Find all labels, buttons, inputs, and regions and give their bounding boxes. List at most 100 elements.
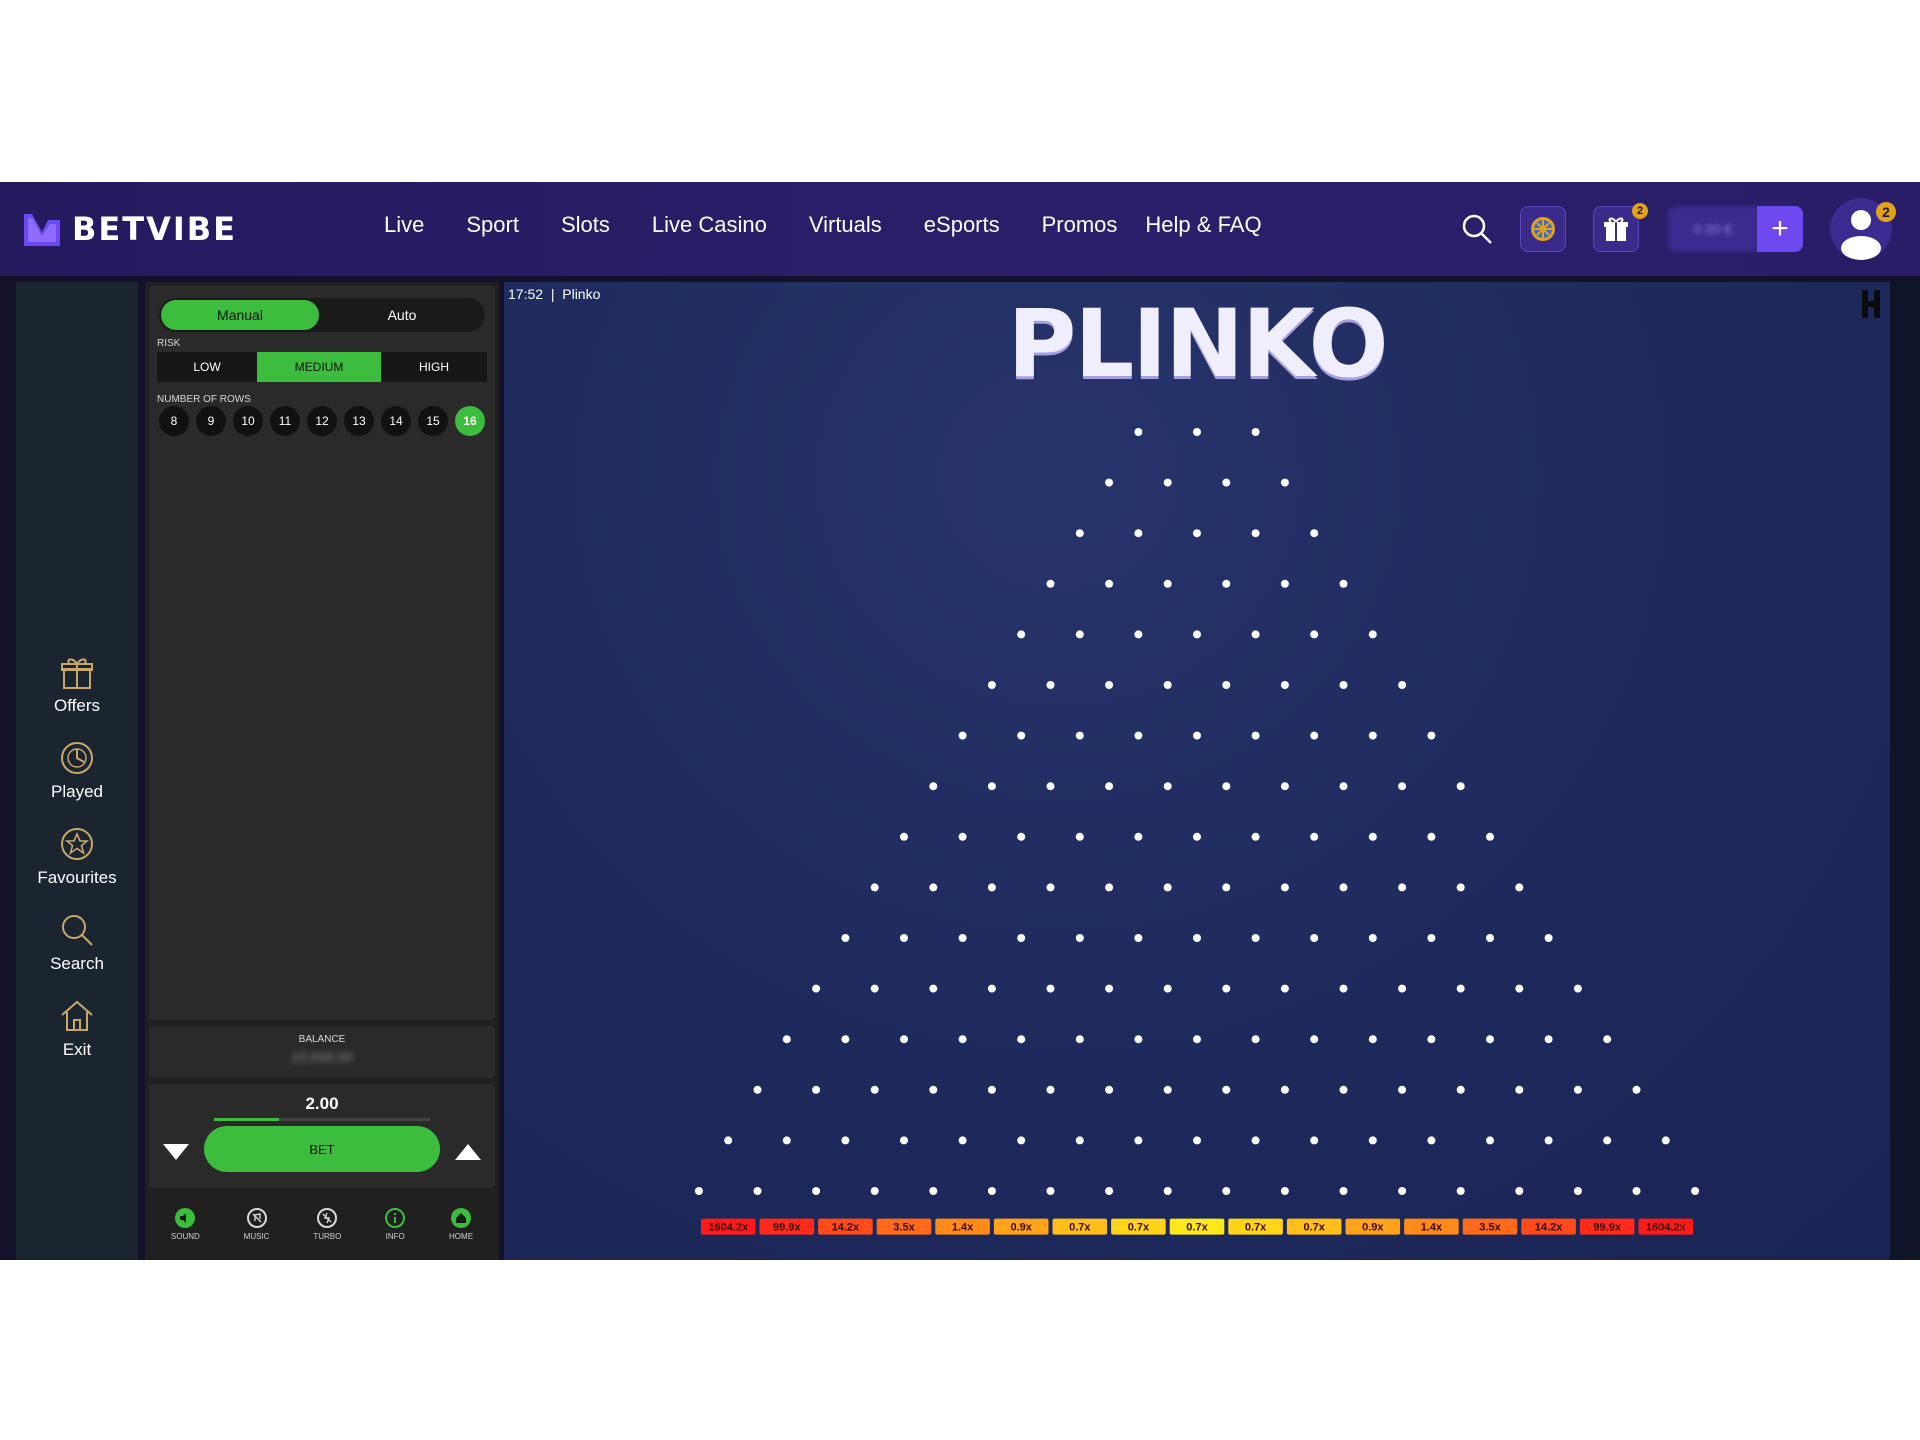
home-button[interactable]: HOME: [449, 1207, 473, 1241]
peg: [900, 832, 908, 841]
settings-card: Manual Auto RISK LOW MEDIUM HIGH NUMBER …: [149, 286, 495, 1020]
rail-item-offers[interactable]: Offers: [16, 652, 138, 716]
mode-toggle: Manual Auto: [159, 298, 485, 332]
rows-9-button[interactable]: 9: [196, 406, 226, 436]
rows-13-button[interactable]: 13: [344, 406, 374, 436]
peg: [1486, 1035, 1494, 1044]
peg: [1310, 630, 1319, 639]
peg: [870, 1187, 879, 1195]
nav-live[interactable]: Live: [384, 212, 424, 238]
chevron-down-icon[interactable]: [161, 1140, 191, 1164]
chevron-up-icon[interactable]: [453, 1140, 483, 1164]
peg: [1280, 478, 1289, 487]
peg: [1310, 934, 1319, 942]
risk-high-button[interactable]: HIGH: [381, 352, 487, 382]
peg: [929, 883, 938, 892]
peg: [1134, 731, 1143, 740]
balance-value: 10,000.00: [290, 1049, 354, 1065]
nav-virtuals[interactable]: Virtuals: [809, 212, 882, 238]
peg: [1280, 579, 1289, 588]
sound-icon: [175, 1207, 196, 1228]
rows-15-button[interactable]: 15: [418, 406, 448, 436]
header-search-button[interactable]: [1454, 206, 1500, 252]
peg: [1222, 984, 1231, 993]
peg: [841, 1035, 850, 1044]
peg: [1515, 984, 1524, 993]
peg: [1339, 681, 1348, 689]
peg: [1427, 934, 1436, 942]
peg: [1163, 1187, 1172, 1195]
peg: [929, 1187, 938, 1195]
multiplier-label: 99.9x: [1593, 1222, 1621, 1234]
multiplier-label: 14.2x: [1535, 1222, 1563, 1234]
music-button[interactable]: MUSIC: [244, 1207, 269, 1241]
left-rail: Offers Played Favourites Search Exit: [16, 282, 138, 1260]
nav-live-casino[interactable]: Live Casino: [652, 212, 767, 238]
gift-button[interactable]: 2: [1593, 203, 1648, 252]
peg: [1075, 832, 1084, 841]
peg: [1280, 681, 1289, 689]
turbo-button[interactable]: TURBO: [313, 1207, 341, 1241]
nav-promos[interactable]: Promos: [1042, 212, 1118, 238]
right-edge: [1890, 282, 1920, 1260]
peg: [1456, 984, 1465, 993]
rows-8-button[interactable]: 8: [159, 406, 189, 436]
mode-auto-button[interactable]: Auto: [323, 300, 481, 330]
rail-item-played[interactable]: Played: [16, 738, 138, 802]
bet-box: 2.00 BET: [149, 1084, 495, 1188]
rail-label-offers: Offers: [54, 696, 100, 715]
multiplier-slot: 1604.2x: [700, 1218, 756, 1235]
sound-button[interactable]: SOUND: [171, 1207, 200, 1241]
peg: [1046, 782, 1055, 791]
peg: [1310, 832, 1319, 841]
peg: [1134, 428, 1143, 436]
multiplier-slot: 14.2x: [818, 1218, 873, 1235]
rows-14-button[interactable]: 14: [381, 406, 411, 436]
header-balance[interactable]: 0.00 €: [1668, 206, 1758, 252]
peg: [1398, 1187, 1407, 1195]
rows-11-button[interactable]: 11: [270, 406, 300, 436]
info-button[interactable]: INFO: [385, 1207, 406, 1241]
rows-16-button[interactable]: 16: [455, 406, 485, 436]
peg: [1222, 579, 1231, 588]
risk-medium-button[interactable]: MEDIUM: [257, 352, 381, 382]
wheel-button[interactable]: [1520, 206, 1566, 252]
multiplier-label: 99.9x: [773, 1222, 801, 1234]
rail-item-favourites[interactable]: Favourites: [16, 824, 138, 888]
top-header: BETVIBE Live Sport Slots Live Casino Vir…: [0, 182, 1920, 276]
peg: [1251, 832, 1260, 841]
peg: [1134, 529, 1143, 538]
peg: [1427, 832, 1436, 841]
peg: [1691, 1187, 1700, 1195]
deposit-button[interactable]: +: [1757, 206, 1803, 252]
bet-amount[interactable]: 2.00: [149, 1094, 495, 1114]
search-icon: [62, 915, 93, 946]
peg: [1046, 984, 1055, 993]
peg: [812, 1187, 821, 1195]
peg: [1573, 984, 1582, 993]
peg: [1134, 1136, 1143, 1145]
peg: [1075, 630, 1084, 639]
mode-manual-button[interactable]: Manual: [161, 300, 319, 330]
rows-12-button[interactable]: 12: [307, 406, 337, 436]
peg: [1368, 630, 1377, 639]
bet-slider[interactable]: [214, 1118, 430, 1121]
rows-10-button[interactable]: 10: [233, 406, 263, 436]
multiplier-label: 0.9x: [1010, 1222, 1032, 1234]
peg: [1163, 681, 1172, 689]
peg: [1193, 1136, 1201, 1145]
bet-button[interactable]: BET: [204, 1126, 440, 1172]
risk-low-button[interactable]: LOW: [157, 352, 257, 382]
rail-item-exit[interactable]: Exit: [16, 996, 138, 1060]
nav-esports[interactable]: eSports: [924, 212, 1000, 238]
nav-sport[interactable]: Sport: [466, 212, 519, 238]
nav-help-faq[interactable]: Help & FAQ: [1145, 212, 1261, 238]
peg: [1603, 1035, 1612, 1044]
nav-slots[interactable]: Slots: [561, 212, 610, 238]
multiplier-slot: 99.9x: [1579, 1218, 1635, 1235]
plinko-game-area[interactable]: 17:52 | Plinko PLINKO 1604.2x 99.9x 14.2x 3…: [504, 282, 1890, 1260]
brand-logo[interactable]: BETVIBE: [22, 210, 237, 248]
rail-item-search[interactable]: Search: [16, 910, 138, 974]
peg: [1163, 1085, 1172, 1094]
peg: [1573, 1187, 1582, 1195]
